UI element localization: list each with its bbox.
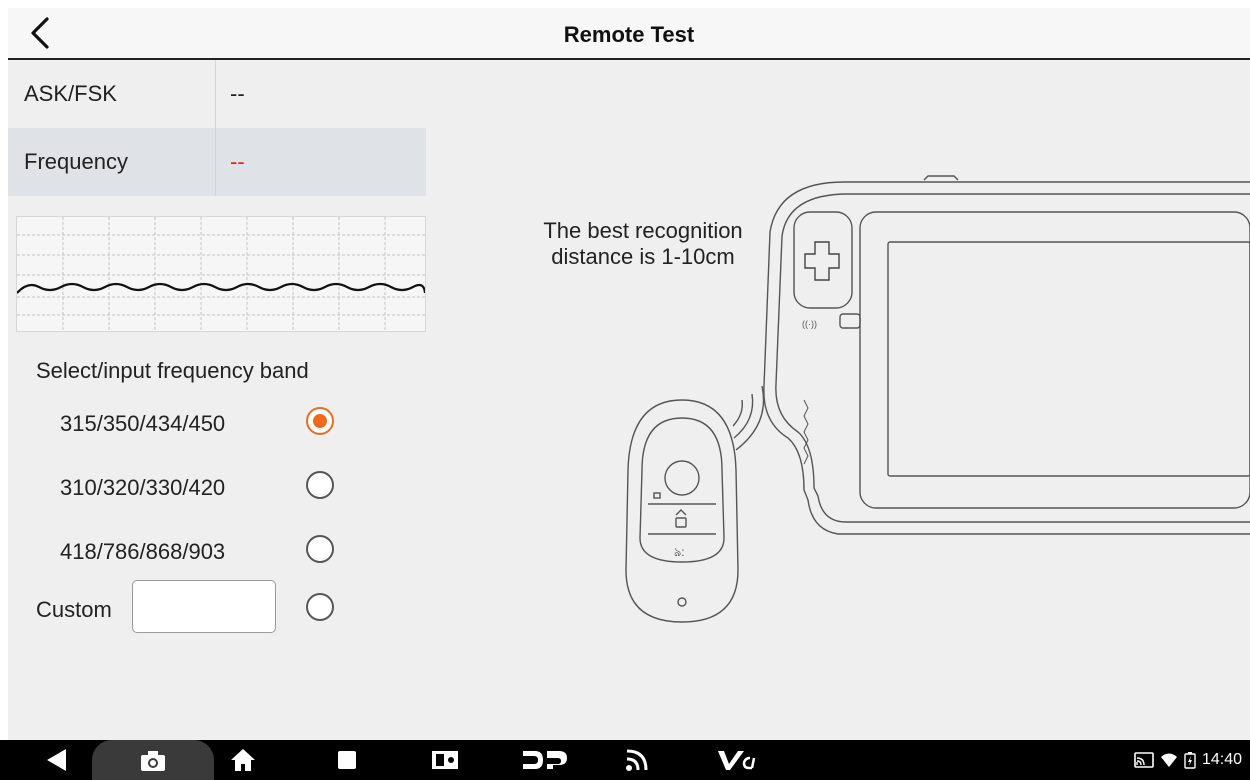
signal-info-table: ASK/FSK -- Frequency --: [8, 60, 426, 196]
svg-text:((·)): ((·)): [802, 319, 817, 329]
band-option-label: 310/320/330/420: [60, 475, 226, 500]
header-bar: Remote Test: [8, 8, 1250, 60]
radio-button[interactable]: [306, 471, 334, 499]
table-row: Frequency --: [8, 128, 426, 196]
screenshot-icon: [141, 751, 165, 771]
remote-test-screen: Remote Test ASK/FSK -- Frequency -- Sele…: [8, 8, 1250, 740]
band-option-310[interactable]: 310/320/330/420: [8, 467, 428, 507]
custom-option[interactable]: [8, 593, 348, 629]
table-row: ASK/FSK --: [8, 60, 426, 128]
modulation-value: --: [230, 81, 245, 106]
vci-icon: [718, 751, 756, 770]
waveform-graph: [16, 217, 427, 331]
wireless-icon: [626, 749, 648, 771]
tablet-device-illustration: ((·)): [763, 175, 1250, 535]
back-icon: [47, 749, 66, 771]
wifi-icon: [1160, 753, 1177, 767]
nav-home-button[interactable]: [226, 740, 260, 780]
signal-waves-icon: [732, 385, 765, 451]
band-option-418[interactable]: 418/786/868/903: [8, 531, 428, 571]
radio-button[interactable]: [306, 593, 334, 621]
band-option-label: 418/786/868/903: [60, 539, 226, 564]
recent-apps-icon: [338, 751, 356, 769]
remote-test-illustration: ((·)) ঌ:: [625, 175, 1250, 623]
nav-screen-mirror-button[interactable]: [428, 740, 462, 780]
band-option-label: 315/350/434/450: [60, 411, 226, 436]
frequency-value: --: [230, 149, 245, 174]
modulation-label: ASK/FSK: [8, 60, 216, 128]
nav-screenshot-button[interactable]: [92, 740, 214, 780]
nav-back-button[interactable]: [36, 740, 76, 780]
cast-icon: [1134, 752, 1154, 768]
frequency-label: Frequency: [8, 128, 216, 196]
system-navigation-bar: 14:40: [0, 740, 1250, 780]
radio-button[interactable]: [306, 535, 334, 563]
nav-vci-button[interactable]: [714, 740, 758, 780]
battery-charging-icon: [1184, 752, 1196, 769]
home-icon: [231, 749, 255, 771]
nav-wireless-button[interactable]: [618, 740, 658, 780]
svg-text:ঌ:: ঌ:: [674, 545, 685, 559]
key-fob-illustration: ঌ:: [625, 399, 739, 623]
clock: 14:40: [1201, 751, 1242, 768]
status-area: 14:40: [1134, 740, 1242, 780]
page-title: Remote Test: [563, 22, 695, 47]
nav-recent-apps-button[interactable]: [332, 740, 362, 780]
band-option-315[interactable]: 315/350/434/450: [8, 403, 428, 443]
signal-waveform: [16, 216, 427, 332]
radio-button-checked[interactable]: [306, 407, 334, 435]
frequency-band-heading: Select/input frequency band: [36, 358, 309, 383]
dp-icon: [523, 751, 567, 769]
screen-mirror-icon: [432, 751, 458, 769]
nav-dp-button[interactable]: [516, 740, 572, 780]
